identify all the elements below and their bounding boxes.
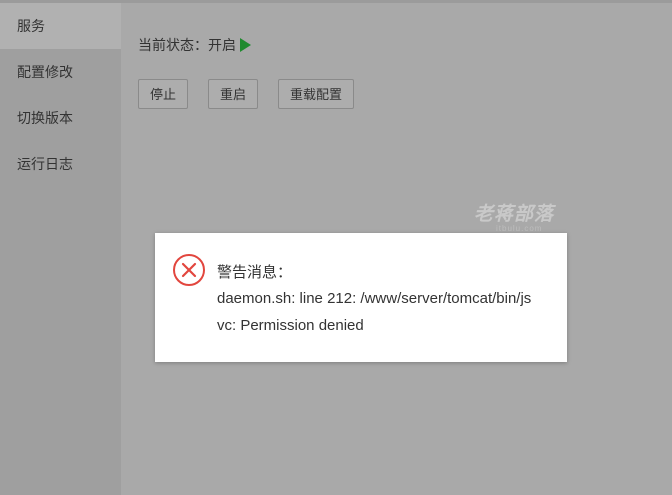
error-circle-icon xyxy=(173,254,205,286)
dialog-title: 警告消息： xyxy=(217,264,293,281)
sidebar-item-logs[interactable]: 运行日志 xyxy=(0,141,121,187)
reload-config-button[interactable]: 重载配置 xyxy=(278,79,355,109)
play-icon xyxy=(240,38,251,52)
warning-dialog: 警告消息： daemon.sh: line 212: /www/server/t… xyxy=(155,233,567,362)
stop-button[interactable]: 停止 xyxy=(138,79,189,109)
status-row: 当前状态：开启 xyxy=(138,35,251,55)
dialog-message: daemon.sh: line 212: /www/server/tomcat/… xyxy=(217,290,532,334)
sidebar-item-service[interactable]: 服务 xyxy=(0,3,121,49)
sidebar: 服务 配置修改 切换版本 运行日志 xyxy=(0,3,121,495)
restart-button[interactable]: 重启 xyxy=(208,79,259,109)
watermark: 老蒋部落 xyxy=(474,204,555,225)
sidebar-item-config[interactable]: 配置修改 xyxy=(0,49,121,95)
status-label: 当前状态：开启 xyxy=(138,37,236,53)
watermark-sub: itbulu.com xyxy=(496,224,543,233)
sidebar-item-version[interactable]: 切换版本 xyxy=(0,95,121,141)
